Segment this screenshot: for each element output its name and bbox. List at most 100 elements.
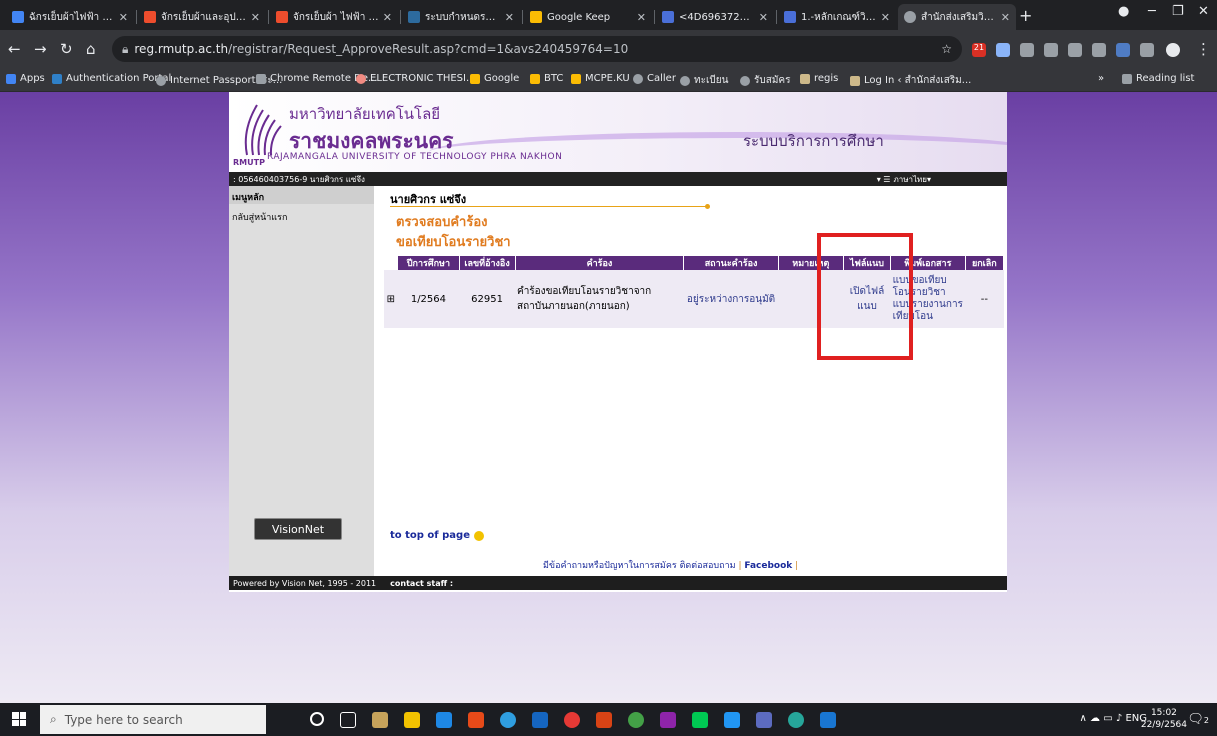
- home-icon[interactable]: ⌂: [86, 40, 96, 58]
- bookmark-folder[interactable]: MCPE.KU: [571, 73, 630, 84]
- document-icon: [662, 11, 674, 23]
- expand-icon[interactable]: ⊞: [384, 270, 398, 328]
- restore-icon[interactable]: ❐: [1172, 4, 1184, 19]
- extension-icon[interactable]: [1068, 43, 1082, 57]
- reading-list-button[interactable]: Reading list: [1122, 73, 1194, 84]
- star-icon[interactable]: ☆: [941, 42, 952, 56]
- file-explorer-icon[interactable]: [404, 712, 420, 728]
- extension-icon[interactable]: [1116, 43, 1130, 57]
- facebook-link[interactable]: Facebook: [744, 561, 792, 571]
- powerpoint-icon[interactable]: [596, 712, 612, 728]
- office-icon[interactable]: [468, 712, 484, 728]
- volume-icon: ♪: [1115, 713, 1123, 724]
- site-icon: [408, 11, 420, 23]
- page-subtitle: ขอเทียบโอนรายวิชา: [396, 235, 511, 250]
- chrome-profile-icon[interactable]: [788, 712, 804, 728]
- close-icon[interactable]: ✕: [119, 11, 128, 24]
- university-name-en: RAJAMANGALA UNIVERSITY OF TECHNOLOGY PHR…: [267, 152, 563, 162]
- shop-icon: [276, 11, 288, 23]
- windows-start-icon[interactable]: [12, 712, 26, 726]
- chevron-up-icon: ∧: [1079, 713, 1087, 724]
- chrome-icon[interactable]: [564, 712, 580, 728]
- mail-icon[interactable]: [436, 712, 452, 728]
- more-bookmarks-button[interactable]: »: [1098, 73, 1104, 84]
- close-icon[interactable]: ✕: [383, 11, 392, 24]
- window-close-icon[interactable]: ✕: [1198, 4, 1209, 19]
- clock[interactable]: 15:02 22/9/2564: [1141, 707, 1187, 731]
- sidebar-item-home[interactable]: กลับสู่หน้าแรก: [229, 204, 374, 224]
- store-icon[interactable]: [372, 712, 388, 728]
- close-icon[interactable]: ✕: [637, 11, 646, 24]
- chevron-down-icon: ▾: [926, 174, 931, 184]
- bookmark-apps[interactable]: Apps: [6, 73, 45, 84]
- globe-icon: [904, 11, 916, 23]
- reading-list-icon: [1122, 73, 1132, 84]
- flag-icon: ▾ ☰: [876, 174, 891, 184]
- tab-7[interactable]: 1.-หลักเกณฑ์วิธีและป✕: [778, 4, 896, 30]
- bookmark[interactable]: Authentication Portal: [52, 73, 171, 84]
- forward-icon[interactable]: →: [34, 40, 47, 58]
- new-tab-button[interactable]: +: [1019, 6, 1032, 25]
- extension-icon[interactable]: [1092, 43, 1106, 57]
- close-icon[interactable]: ✕: [759, 11, 768, 24]
- avatar[interactable]: [1166, 43, 1180, 57]
- taskbar-search[interactable]: ⌕ Type here to search: [40, 705, 266, 734]
- edge-icon[interactable]: [500, 712, 516, 728]
- cortana-icon[interactable]: [310, 712, 324, 726]
- bookmark[interactable]: Caller: [633, 73, 676, 84]
- menu-icon[interactable]: ⋮: [1196, 40, 1211, 58]
- tab-1[interactable]: ฉักรเย็บผ้าไฟฟ้า - ค้น ✕: [6, 4, 134, 30]
- apps-icon: [6, 73, 16, 84]
- app-icon[interactable]: [628, 712, 644, 728]
- tab-4[interactable]: ระบบกำหนดรหัสประจำ✕: [402, 4, 520, 30]
- close-icon[interactable]: ✕: [505, 11, 514, 24]
- close-icon[interactable]: ✕: [251, 11, 260, 24]
- to-top-link[interactable]: to top of page: [390, 530, 484, 541]
- bookmark-folder[interactable]: BTC: [530, 73, 563, 84]
- university-name-th: มหาวิทยาลัยเทคโนโลยี: [289, 105, 441, 123]
- notification-icon[interactable]: 🗨︎2: [1187, 712, 1209, 727]
- extension-icon[interactable]: 21: [972, 43, 986, 57]
- extension-icon[interactable]: [996, 43, 1010, 57]
- line-icon[interactable]: [692, 712, 708, 728]
- document-icon: [784, 11, 796, 23]
- col-ref: เลขที่อ้างอิง: [459, 256, 516, 270]
- sidebar: เมนูหลัก กลับสู่หน้าแรก VisionNet: [229, 186, 374, 576]
- site-footer: Powered by Vision Net, 1995 - 2011 conta…: [229, 576, 1007, 590]
- teams-icon[interactable]: [756, 712, 772, 728]
- bookmark[interactable]: ทะเบียน: [680, 73, 728, 88]
- bookmark-folder[interactable]: Google: [470, 73, 519, 84]
- tab-3[interactable]: จักรเย็บผ้า ไฟฟ้า มินิ ✕: [270, 4, 398, 30]
- tab-2[interactable]: จักรเย็บผ้าและอุปกรณ์✕: [138, 4, 266, 30]
- contact-line: มีข้อคำถามหรือปัญหาในการสมัคร ติดต่อสอบถ…: [543, 561, 799, 571]
- close-icon[interactable]: ✕: [881, 11, 890, 24]
- tab-5[interactable]: Google Keep ✕: [524, 4, 652, 30]
- reload-icon[interactable]: ↻: [60, 40, 73, 58]
- back-icon[interactable]: ←: [8, 40, 21, 58]
- tab-8-active[interactable]: สำนักส่งเสริมวิชาการแ✕: [898, 4, 1016, 30]
- windows-taskbar: ⌕ Type here to search ∧ ☁ ▭ ♪ ENG 15:02 …: [0, 703, 1217, 736]
- extension-icon[interactable]: [1020, 43, 1034, 57]
- google-icon: [12, 11, 24, 23]
- word-icon[interactable]: [820, 712, 836, 728]
- bookmark[interactable]: regis: [800, 73, 838, 84]
- extensions-puzzle-icon[interactable]: [1140, 43, 1154, 57]
- minimize-icon[interactable]: ─: [1148, 4, 1156, 19]
- bookmark[interactable]: ELECTRONIC THESI...: [356, 73, 476, 84]
- close-icon[interactable]: ✕: [1001, 11, 1010, 24]
- internet-explorer-icon[interactable]: [532, 712, 548, 728]
- task-view-icon[interactable]: [340, 712, 356, 728]
- bookmark[interactable]: Log In ‹ สำนักส่งเสริม...: [850, 73, 971, 88]
- address-bar[interactable]: 🔒︎ reg.rmutp.ac.th/registrar/Request_App…: [112, 36, 962, 62]
- tab-6[interactable]: <4D6963726F736✕: [656, 4, 774, 30]
- zoom-icon[interactable]: [724, 712, 740, 728]
- extension-icon[interactable]: [1044, 43, 1058, 57]
- language-selector[interactable]: ▾ ☰ ภาษาไทย ▾: [877, 172, 931, 186]
- bookmark[interactable]: รับสมัคร: [740, 73, 790, 88]
- adobe-icon[interactable]: [660, 712, 676, 728]
- system-tray[interactable]: ∧ ☁ ▭ ♪ ENG: [1080, 713, 1147, 724]
- profile-icon[interactable]: ●: [1118, 4, 1129, 19]
- system-name: ระบบบริการการศึกษา: [743, 132, 884, 150]
- cloud-icon: ☁: [1090, 713, 1101, 724]
- user-id: : 056460403756-9 นายศิวกร แซ่จึง: [233, 174, 365, 184]
